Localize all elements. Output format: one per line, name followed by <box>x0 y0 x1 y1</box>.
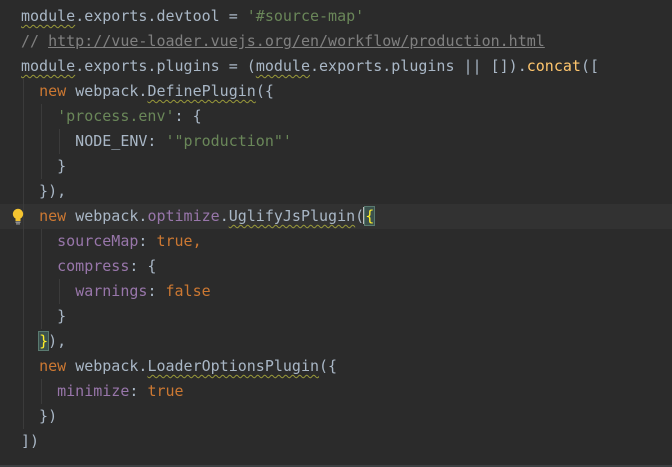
code-line[interactable]: compress: { <box>0 254 672 279</box>
code-text: }), <box>21 179 66 204</box>
code-line[interactable]: warnings: false <box>0 279 672 304</box>
code-token: ({ <box>319 357 338 375</box>
code-token: ({ <box>255 82 274 100</box>
code-token: .exports.plugins = ( <box>75 57 256 75</box>
code-line[interactable]: ]) <box>0 429 672 454</box>
code-token: minimize <box>57 382 130 400</box>
code-token: { <box>364 206 376 226</box>
code-line[interactable]: new webpack.DefinePlugin({ <box>0 79 672 104</box>
lightbulb-icon[interactable] <box>11 208 25 225</box>
code-token: module <box>21 57 76 75</box>
code-token: ), <box>48 332 67 350</box>
code-text: minimize: true <box>21 379 184 404</box>
code-token: : <box>138 232 157 250</box>
code-text: } <box>21 304 66 329</box>
code-token: .exports.plugins || []). <box>310 57 527 75</box>
code-token: '#source-map' <box>246 7 365 25</box>
code-token: } <box>21 307 67 325</box>
code-token: // <box>21 32 49 50</box>
code-token: webpack. <box>75 82 148 100</box>
code-line[interactable]: minimize: true <box>0 379 672 404</box>
code-text: 'process.env': { <box>21 104 202 129</box>
code-token: ]) <box>21 432 40 450</box>
code-line[interactable]: new webpack.optimize.UglifyJsPlugin({ <box>0 204 672 229</box>
code-token: }) <box>21 407 58 425</box>
code-token: : { <box>174 107 202 125</box>
code-line[interactable]: // http://vue-loader.vuejs.org/en/workfl… <box>0 29 672 54</box>
code-line[interactable]: } <box>0 154 672 179</box>
code-text: module.exports.devtool = '#source-map' <box>21 4 364 29</box>
code-token: 'process.env' <box>57 107 175 125</box>
code-token: } <box>38 331 50 351</box>
code-token: new <box>39 207 76 225</box>
code-token: new <box>39 357 76 375</box>
code-token: sourceMap <box>57 232 139 250</box>
code-line[interactable]: new webpack.LoaderOptionsPlugin({ <box>0 354 672 379</box>
code-token: module <box>21 7 76 25</box>
code-token: }), <box>21 182 67 200</box>
code-token: '"production"' <box>165 132 292 150</box>
code-token: : <box>129 382 148 400</box>
code-line[interactable]: }) <box>0 404 672 429</box>
code-token: http://vue-loader.vuejs.org/en/workflow/… <box>48 32 545 50</box>
code-text: new webpack.optimize.UglifyJsPlugin({ <box>21 204 376 229</box>
code-token: false <box>165 282 211 300</box>
code-token: module <box>255 57 310 75</box>
code-line[interactable]: module.exports.devtool = '#source-map' <box>0 4 672 29</box>
code-token: : { <box>129 257 157 275</box>
code-token: UglifyJsPlugin <box>228 207 356 225</box>
code-token: DefinePlugin <box>147 82 256 100</box>
code-line[interactable]: }), <box>0 179 672 204</box>
code-text: new webpack.DefinePlugin({ <box>21 79 274 104</box>
code-token: . <box>219 207 229 225</box>
code-token: webpack. <box>75 357 148 375</box>
code-token: optimize <box>147 207 220 225</box>
code-token: NODE_ENV: <box>21 132 166 150</box>
code-text: new webpack.LoaderOptionsPlugin({ <box>21 354 337 379</box>
code-text: compress: { <box>21 254 156 279</box>
code-text: ]) <box>21 429 39 454</box>
code-token: warnings <box>75 282 148 300</box>
code-text: warnings: false <box>21 279 211 304</box>
code-text: }), <box>21 329 66 354</box>
code-token: new <box>39 82 76 100</box>
code-line[interactable]: NODE_ENV: '"production"' <box>0 129 672 154</box>
code-text: // http://vue-loader.vuejs.org/en/workfl… <box>21 29 545 54</box>
code-token: webpack. <box>75 207 148 225</box>
code-line[interactable]: } <box>0 304 672 329</box>
code-token: : <box>147 282 166 300</box>
code-token: true <box>156 232 193 250</box>
code-token: ([ <box>580 57 599 75</box>
code-text: sourceMap: true, <box>21 229 202 254</box>
code-token: concat <box>526 57 581 75</box>
code-text: module.exports.plugins = (module.exports… <box>21 54 599 79</box>
code-token: , <box>192 232 202 250</box>
code-line[interactable]: }), <box>0 329 672 354</box>
code-text: NODE_ENV: '"production"' <box>21 129 292 154</box>
code-line[interactable]: 'process.env': { <box>0 104 672 129</box>
code-token: compress <box>57 257 130 275</box>
code-editor[interactable]: module.exports.devtool = '#source-map'//… <box>0 0 672 467</box>
code-token: LoaderOptionsPlugin <box>147 357 320 375</box>
code-token: .exports.devtool = <box>75 7 247 25</box>
code-line[interactable]: sourceMap: true, <box>0 229 672 254</box>
code-text: }) <box>21 404 57 429</box>
code-token: true <box>147 382 184 400</box>
code-token: } <box>21 157 67 175</box>
code-line[interactable]: module.exports.plugins = (module.exports… <box>0 54 672 79</box>
code-text: } <box>21 154 66 179</box>
